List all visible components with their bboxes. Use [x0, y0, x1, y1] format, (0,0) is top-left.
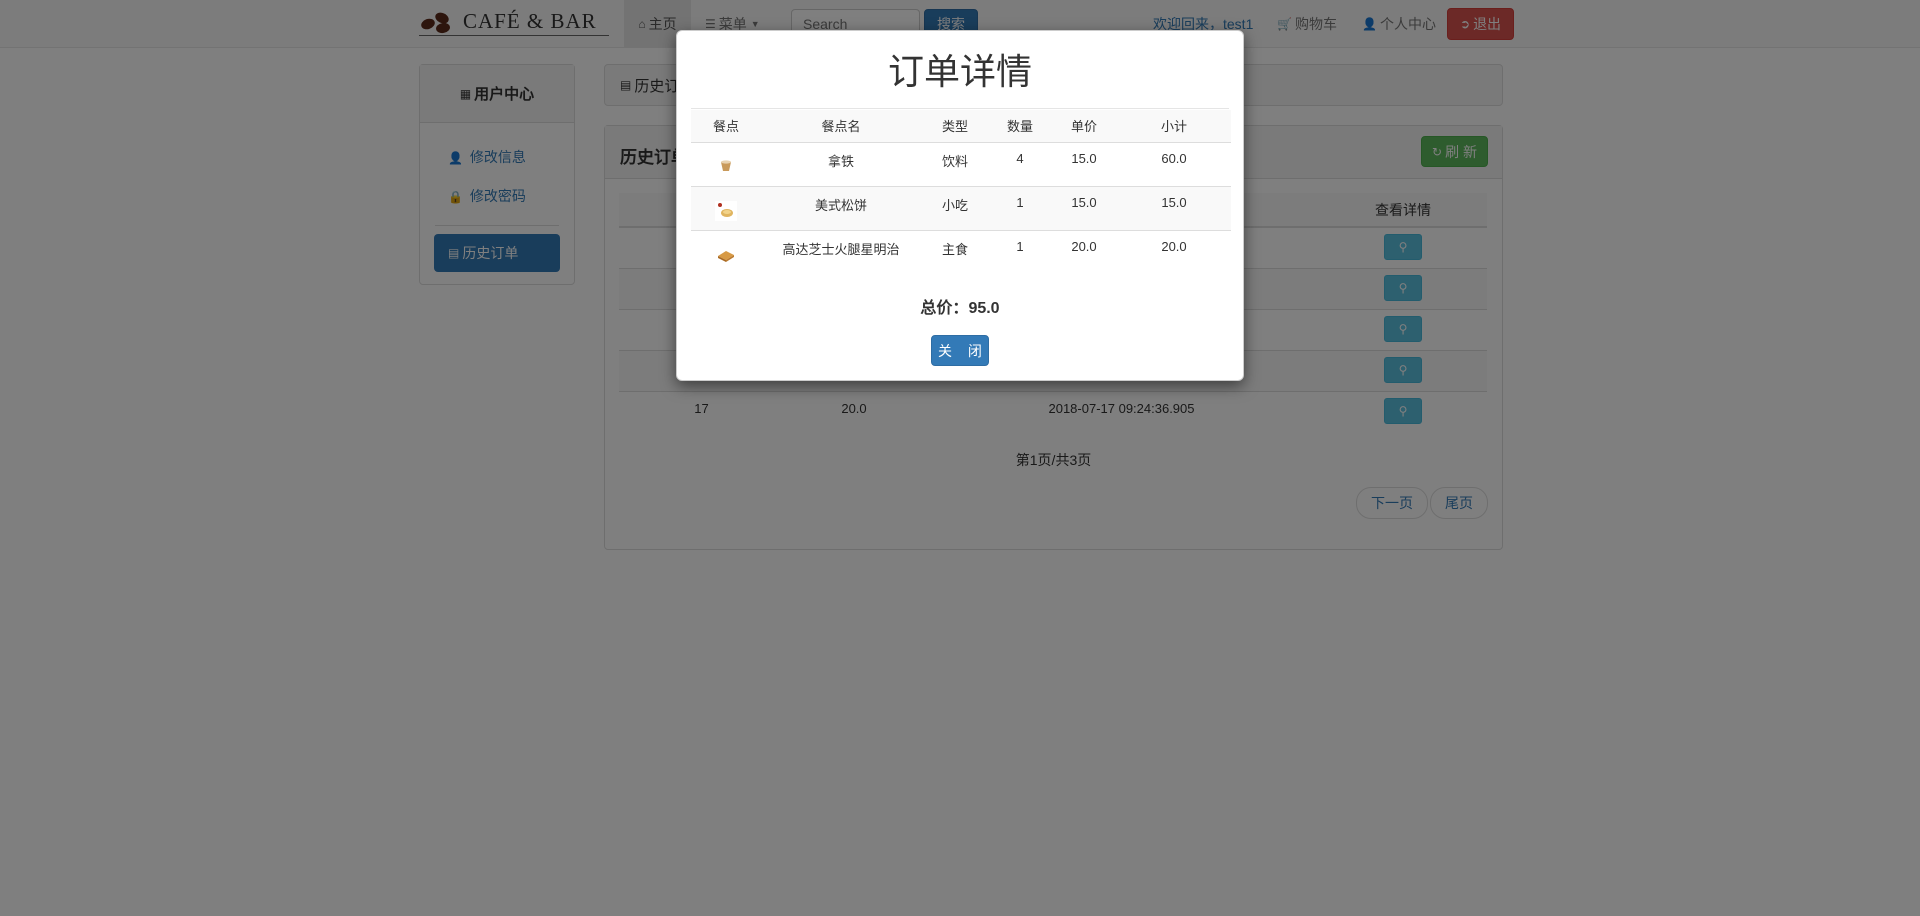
- modal-divider: [691, 108, 1229, 109]
- item-name: 高达芝士火腿星明治: [761, 229, 921, 274]
- order-details-modal: 订单详情 餐点 餐点名 类型 数量 单价 小计 拿铁 饮料 4 15.0 60.…: [676, 30, 1244, 381]
- item-qty: 1: [989, 229, 1051, 274]
- item-name: 美式松饼: [761, 185, 921, 230]
- item-type: 饮料: [921, 141, 989, 186]
- close-button[interactable]: 关 闭: [931, 335, 989, 366]
- item-type: 小吃: [921, 185, 989, 230]
- latte-cup-icon: [713, 153, 739, 179]
- item-price: 20.0: [1051, 229, 1117, 274]
- order-item-row: 高达芝士火腿星明治 主食 1 20.0 20.0: [691, 229, 1231, 274]
- column-header: 餐点名: [761, 110, 921, 143]
- item-qty: 4: [989, 141, 1051, 186]
- modal-title: 订单详情: [887, 51, 1032, 92]
- total-value: 95.0: [968, 300, 1000, 317]
- column-header: 类型: [921, 110, 989, 143]
- column-header: 餐点: [691, 110, 761, 143]
- item-price: 15.0: [1051, 185, 1117, 230]
- total-label: 总价：: [920, 300, 969, 317]
- column-header: 小计: [1117, 110, 1231, 143]
- order-item-row: 拿铁 饮料 4 15.0 60.0: [691, 141, 1231, 186]
- item-price: 15.0: [1051, 141, 1117, 186]
- item-subtotal: 15.0: [1117, 185, 1231, 230]
- column-header: 单价: [1051, 110, 1117, 143]
- sandwich-icon: [713, 241, 739, 267]
- column-header: 数量: [989, 110, 1051, 143]
- order-item-row: 美式松饼 小吃 1 15.0 15.0: [691, 185, 1231, 230]
- order-total: 总价：95.0: [677, 294, 1243, 318]
- item-type: 主食: [921, 229, 989, 274]
- order-items-table: 餐点 餐点名 类型 数量 单价 小计 拿铁 饮料 4 15.0 60.0 美式松…: [691, 110, 1231, 274]
- item-subtotal: 20.0: [1117, 229, 1231, 274]
- item-name: 拿铁: [761, 141, 921, 186]
- muffin-icon: [713, 197, 739, 223]
- item-qty: 1: [989, 185, 1051, 230]
- item-subtotal: 60.0: [1117, 141, 1231, 186]
